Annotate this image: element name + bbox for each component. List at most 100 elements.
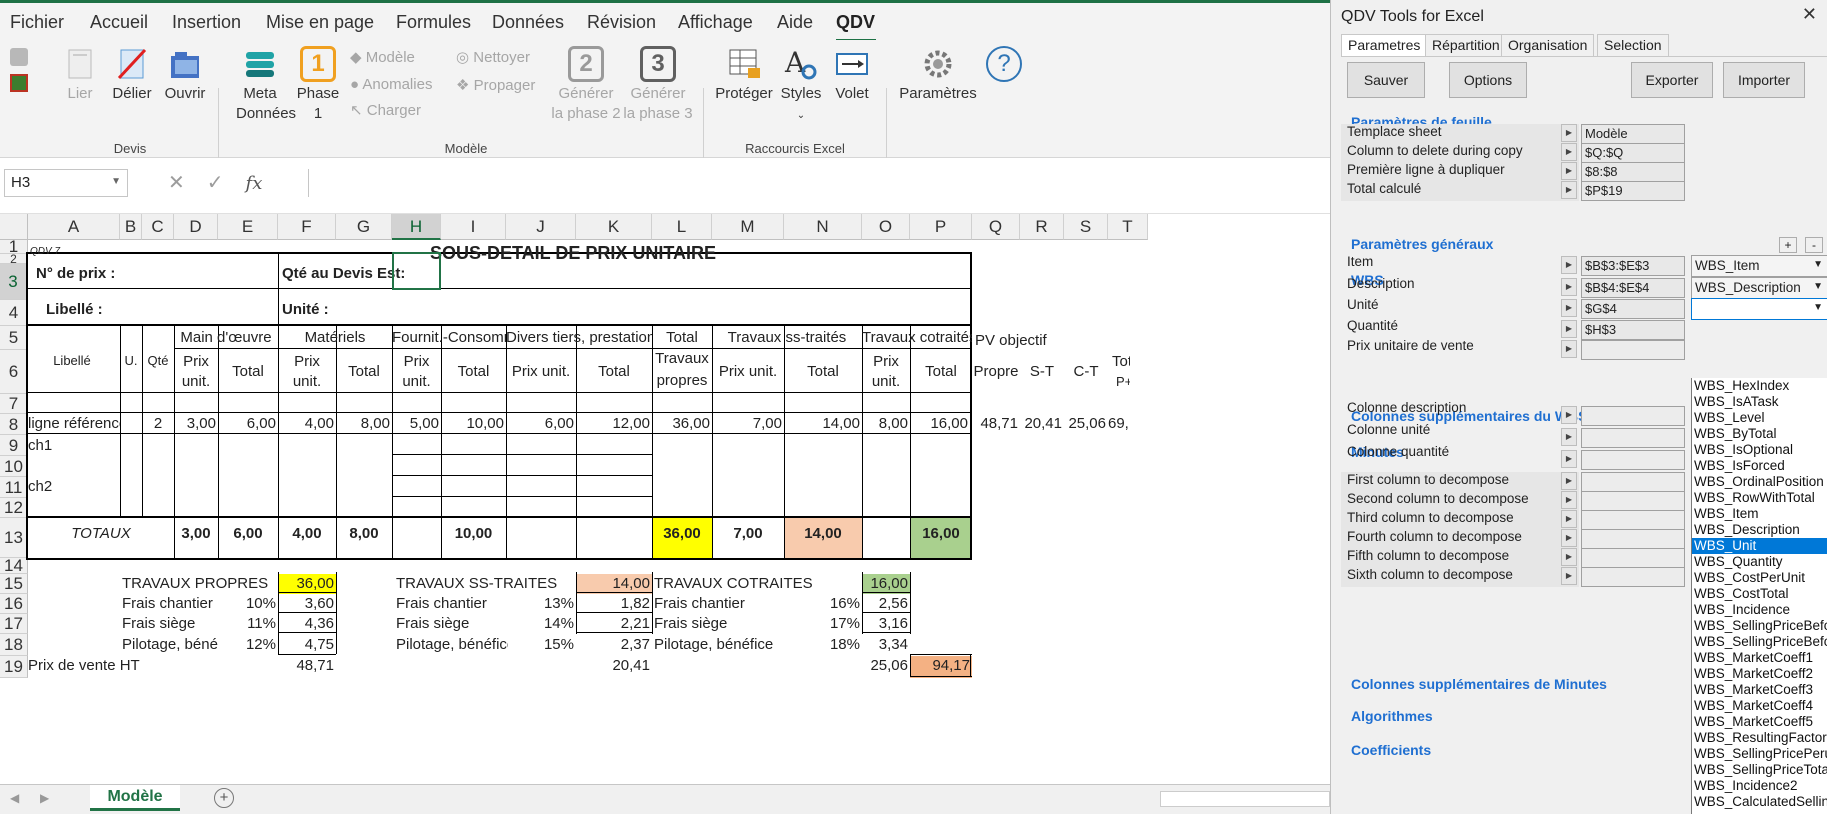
header-fournitures[interactable]: Fournit.-Consomm — [392, 328, 506, 348]
arrow-right-icon[interactable]: ▶ — [1561, 124, 1577, 142]
dropdown-option[interactable]: WBS_Description — [1692, 522, 1827, 538]
wbs-value[interactable]: $H$3 — [1581, 320, 1685, 340]
column-header-k[interactable]: K — [576, 214, 652, 240]
pv-cotraites[interactable]: 25,06 — [862, 656, 908, 676]
tab-fichier[interactable]: Fichier — [10, 12, 64, 33]
prix-vente-label[interactable]: Prix de vente HT — [28, 656, 140, 676]
ct-label[interactable]: Pilotage, bénéfice — [654, 635, 812, 655]
lier-button[interactable]: Lier — [60, 46, 100, 104]
sauver-button[interactable]: Sauver — [1347, 62, 1425, 98]
mat-prix[interactable]: Prix — [278, 352, 336, 372]
header-total-l3[interactable]: propres — [652, 371, 712, 391]
column-header-g[interactable]: G — [336, 214, 392, 240]
sheet-nav-left-icon[interactable]: ◀ — [10, 791, 19, 805]
divers-total[interactable]: Total — [576, 362, 652, 382]
pv-travaux-propres[interactable]: 48,71 — [278, 656, 334, 676]
fc-total[interactable]: Total — [441, 362, 506, 382]
column-header-l[interactable]: L — [652, 214, 712, 240]
libelle-label[interactable]: Libellé : — [46, 300, 103, 320]
minutes-value[interactable] — [1581, 428, 1685, 448]
close-icon[interactable]: ✕ — [1802, 4, 1817, 25]
options-button[interactable]: Options — [1449, 62, 1527, 98]
section-colonnes-minutes[interactable]: Colonnes supplémentaires de Minutes — [1351, 676, 1607, 692]
tp-label[interactable]: Frais chantier — [122, 594, 218, 614]
tab-formules[interactable]: Formules — [396, 12, 471, 33]
row8-cell[interactable]: 36,00 — [652, 414, 710, 434]
tab-qdv[interactable]: QDV — [836, 12, 875, 33]
tp-percent[interactable]: 12% — [236, 635, 276, 655]
totaux-cell[interactable]: 3,00 — [174, 524, 218, 544]
decompose-value[interactable] — [1581, 510, 1685, 530]
row-header-19[interactable]: 19 — [0, 656, 28, 678]
header-materiels[interactable]: Matériels — [278, 328, 392, 348]
row-header-2[interactable]: 2 — [0, 253, 28, 265]
column-header-a[interactable]: A — [28, 214, 120, 240]
dropdown-option[interactable]: WBS_ByTotal — [1692, 426, 1827, 442]
wbs-combo[interactable]: WBS_Description ▼ — [1691, 277, 1827, 299]
totaux-label[interactable]: TOTAUX — [28, 524, 174, 544]
row8-cell[interactable]: 12,00 — [576, 414, 650, 434]
arrow-right-icon[interactable]: ▶ — [1561, 162, 1577, 180]
help-button[interactable]: ? — [982, 46, 1026, 84]
column-header-b[interactable]: B — [120, 214, 142, 240]
ct-label[interactable]: Frais siège — [654, 614, 812, 634]
horizontal-scrollbar[interactable] — [1160, 791, 1330, 807]
row8-cell[interactable]: 5,00 — [392, 414, 439, 434]
column-header-m[interactable]: M — [712, 214, 784, 240]
dropdown-option[interactable]: WBS_IsATask — [1692, 394, 1827, 410]
arrow-right-icon[interactable]: ▶ — [1561, 143, 1577, 161]
dropdown-option[interactable]: WBS_MarketCoeff5 — [1692, 714, 1827, 730]
ct-percent[interactable]: 17% — [820, 614, 860, 634]
arrow-right-icon[interactable]: ▶ — [1561, 450, 1577, 468]
dropdown-option[interactable]: WBS_SellingPriceBefo — [1692, 634, 1827, 650]
row8-cell[interactable]: 8,00 — [862, 414, 908, 434]
column-header-n[interactable]: N — [784, 214, 862, 240]
param-value[interactable]: $8:$8 — [1581, 162, 1685, 182]
row-header-10[interactable]: 10 — [0, 456, 28, 477]
row-header-13[interactable]: 13 — [0, 518, 28, 558]
arrow-right-icon[interactable]: ▶ — [1561, 567, 1577, 585]
qte-devis-label[interactable]: Qté au Devis Est: — [282, 264, 405, 284]
row8-cell[interactable]: 25,06 — [1064, 414, 1106, 434]
pv-ct[interactable]: C-T — [1064, 362, 1108, 382]
mo-unit[interactable]: unit. — [174, 372, 218, 392]
row-header-3[interactable]: 3 — [0, 264, 28, 300]
mo-total[interactable]: Total — [218, 362, 278, 382]
section-parametres-generaux[interactable]: Paramètres généraux — [1351, 236, 1493, 252]
addin-icon[interactable] — [10, 74, 28, 92]
decompose-value[interactable] — [1581, 491, 1685, 511]
cube-icon[interactable] — [10, 48, 28, 66]
row8-cell[interactable]: ligne référence — [28, 414, 120, 434]
column-header-s[interactable]: S — [1064, 214, 1108, 240]
column-header-i[interactable]: I — [441, 214, 506, 240]
proteger-button[interactable]: Protéger — [714, 46, 774, 104]
row8-cell[interactable]: 20,41 — [1020, 414, 1062, 434]
tp-label[interactable]: Pilotage, bénéf — [122, 635, 218, 655]
tp-title[interactable]: TRAVAUX PROPRES — [122, 574, 268, 594]
row8-cell[interactable]: 4,00 — [278, 414, 334, 434]
st-label[interactable]: Frais siège — [396, 614, 508, 634]
styles-button[interactable]: A Styles ⌄ — [780, 46, 822, 126]
totaux-cell[interactable]: 16,00 — [910, 524, 972, 544]
parametres-button[interactable]: Paramètres — [898, 46, 978, 104]
dropdown-option[interactable]: WBS_CostPerUnit — [1692, 570, 1827, 586]
pane-tab-selection[interactable]: Selection — [1597, 34, 1669, 56]
tab-revision[interactable]: Révision — [587, 12, 656, 33]
row-header-9[interactable]: 9 — [0, 435, 28, 456]
pane-tab-repartition[interactable]: Répartition — [1425, 34, 1507, 56]
mat-total[interactable]: Total — [336, 362, 392, 382]
row8-cell[interactable]: 2 — [142, 414, 174, 434]
st-value[interactable]: 2,21 — [576, 614, 650, 634]
row8-cell[interactable]: 6,00 — [218, 414, 276, 434]
tp-value[interactable]: 4,36 — [278, 614, 334, 634]
dropdown-option[interactable]: WBS_Quantity — [1692, 554, 1827, 570]
row-header-7[interactable]: 7 — [0, 394, 28, 414]
dropdown-option[interactable]: WBS_ResultingFactor — [1692, 730, 1827, 746]
ct-value[interactable]: 3,34 — [862, 635, 908, 655]
chevron-down-icon[interactable]: ▼ — [1813, 259, 1823, 270]
row8-cell[interactable]: 48,71 — [972, 414, 1018, 434]
ct-unit[interactable]: unit. — [862, 372, 910, 392]
header-qte[interactable]: Qté — [142, 351, 174, 371]
wbs-value[interactable]: $B$4:$E$4 — [1581, 278, 1685, 298]
chevron-down-icon[interactable]: ▼ — [1813, 281, 1823, 292]
